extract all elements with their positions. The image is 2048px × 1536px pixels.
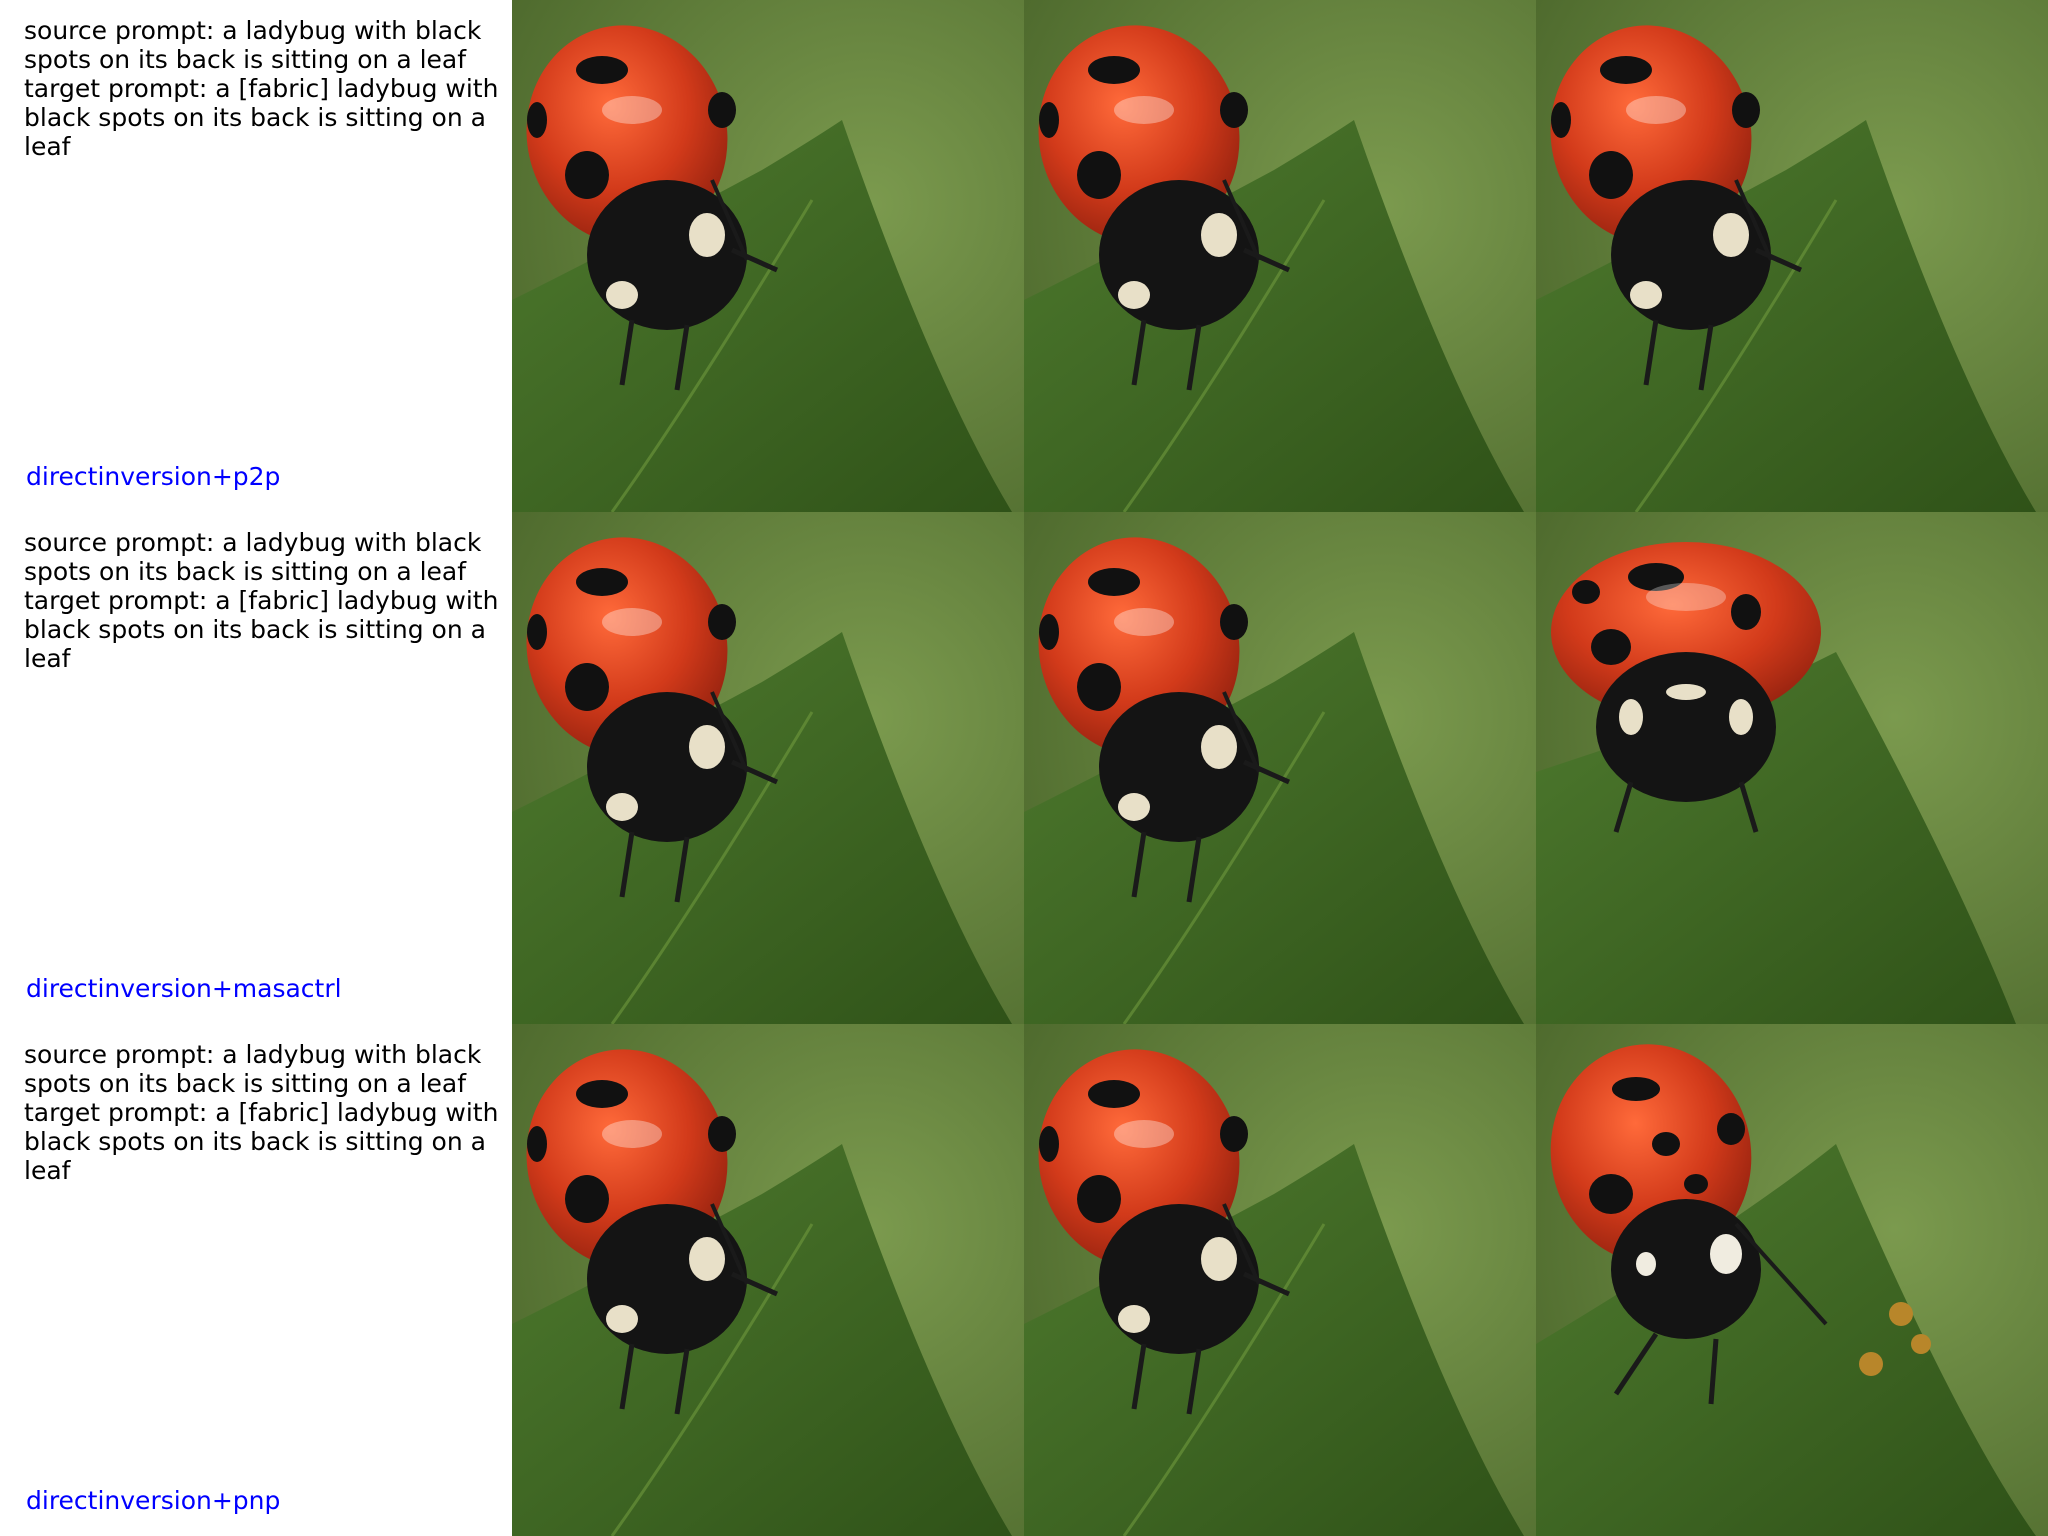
- method-label: directinversion+masactrl: [26, 974, 342, 1003]
- edited-image: [1536, 512, 2048, 1024]
- row-label-panel: source prompt: a ladybug with black spot…: [0, 0, 512, 512]
- source-image: [512, 1024, 1024, 1536]
- row-label-panel: source prompt: a ladybug with black spot…: [0, 1024, 512, 1536]
- source-image: [512, 512, 1024, 1024]
- edited-image: [1536, 1024, 2048, 1536]
- row-label-panel: source prompt: a ladybug with black spot…: [0, 512, 512, 1024]
- reconstruction-image: [1024, 512, 1536, 1024]
- reconstruction-image: [1024, 0, 1536, 512]
- result-row: source prompt: a ladybug with black spot…: [0, 512, 2048, 1024]
- prompt-text: source prompt: a ladybug with black spot…: [24, 528, 499, 673]
- method-label: directinversion+p2p: [26, 462, 281, 491]
- source-image: [512, 0, 1024, 512]
- edited-image: [1536, 0, 2048, 512]
- reconstruction-image: [1024, 1024, 1536, 1536]
- prompt-text: source prompt: a ladybug with black spot…: [24, 1040, 499, 1185]
- result-row: source prompt: a ladybug with black spot…: [0, 0, 2048, 512]
- result-row: source prompt: a ladybug with black spot…: [0, 1024, 2048, 1536]
- prompt-text: source prompt: a ladybug with black spot…: [24, 16, 499, 161]
- method-label: directinversion+pnp: [26, 1486, 281, 1515]
